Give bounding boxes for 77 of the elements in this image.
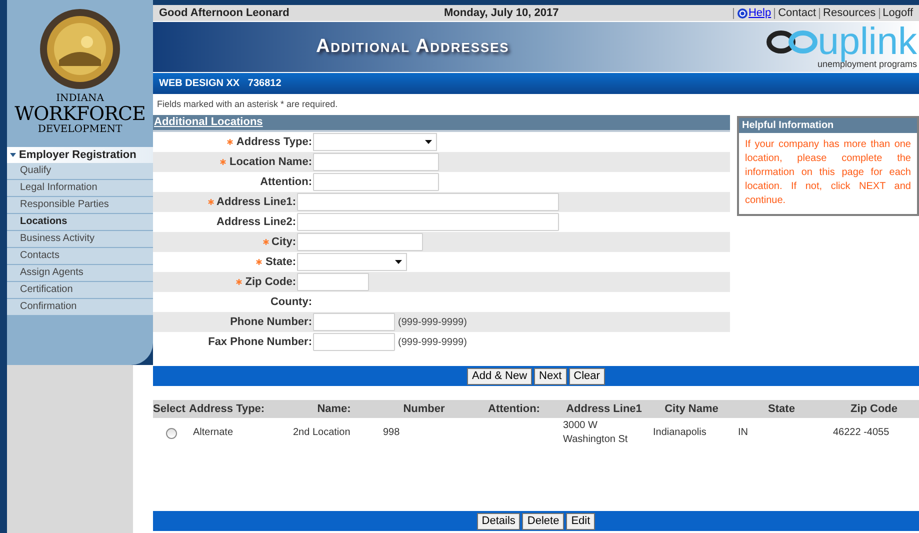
column-header: City Name <box>664 402 720 417</box>
column-header: State <box>767 402 796 417</box>
chain-icon <box>766 29 818 55</box>
dropdown-arrow-icon <box>395 260 402 264</box>
format-hint: (999-999-9999) <box>398 316 467 330</box>
page-title: Additional Addresses <box>316 34 510 59</box>
dropdown-field[interactable] <box>313 133 437 151</box>
help-icon <box>737 8 748 18</box>
sidebar-item[interactable]: Business Activity <box>7 231 153 248</box>
help-title: Helpful Information <box>742 119 834 133</box>
sidebar-item[interactable]: Assign Agents <box>7 265 153 282</box>
column-header: Attention: <box>487 402 541 417</box>
table-cell: IN <box>738 427 748 438</box>
field-label: City: <box>272 234 296 250</box>
greeting-text: Good Afternoon Leonard <box>159 6 290 21</box>
form-button[interactable]: Edit <box>566 512 596 530</box>
logo-text: DEVELOPMENT <box>38 125 122 135</box>
text-field[interactable] <box>313 333 395 351</box>
text-field[interactable] <box>313 153 439 171</box>
sidebar-item[interactable]: Locations <box>7 214 153 231</box>
column-header: Zip Code <box>849 402 899 417</box>
required-note: Fields marked with an asterisk * are required. <box>157 98 338 111</box>
text-field[interactable] <box>297 233 423 251</box>
field-label: Address Line2: <box>216 214 296 230</box>
text-field[interactable] <box>313 313 395 331</box>
sidebar-item[interactable]: Certification <box>7 282 153 299</box>
field-label: Address Line1: <box>216 194 296 210</box>
sidebar-item[interactable]: Legal Information <box>7 180 153 197</box>
field-label: State: <box>265 254 296 270</box>
text-field[interactable] <box>297 193 559 211</box>
form-button[interactable]: Next <box>534 368 567 384</box>
column-header: Address Line1 <box>565 402 643 417</box>
format-hint: (999-999-9999) <box>398 336 467 350</box>
brand-tagline: unemployment programs <box>817 59 917 69</box>
table-cell: 2nd Location <box>293 427 350 438</box>
field-label: Phone Number: <box>230 314 312 330</box>
sidebar-item[interactable]: Responsible Parties <box>7 197 153 214</box>
sidebar-item[interactable]: Qualify <box>7 163 153 180</box>
form-button[interactable]: Delete <box>522 512 564 530</box>
table-cell: 998 <box>383 427 400 438</box>
help-text: If your company has more than one location, please complete the information on this page for each location. If not, click NEXT and continue. <box>744 138 912 208</box>
section-title: Additional Locations <box>153 115 263 130</box>
table-cell: 46222 -4055 <box>833 427 890 438</box>
field-label: Address Type: <box>236 134 312 150</box>
text-field[interactable] <box>313 173 439 191</box>
radio-button[interactable] <box>166 428 176 438</box>
column-header: Name: <box>316 402 352 417</box>
column-header: Address Type: <box>189 402 266 417</box>
dropdown-arrow-icon <box>425 140 432 144</box>
help-link[interactable]: Help <box>748 4 772 22</box>
sidebar-item[interactable]: Confirmation <box>7 299 153 316</box>
column-header: Select <box>153 402 186 417</box>
field-label: Attention: <box>260 174 312 190</box>
header-link[interactable]: Resources <box>823 4 876 22</box>
column-header: Number <box>402 402 446 417</box>
form-button[interactable]: Details <box>476 512 520 530</box>
table-cell: Alternate <box>193 427 234 438</box>
field-label: Location Name: <box>229 154 312 170</box>
field-label: Fax Phone Number: <box>208 334 312 350</box>
dropdown-field[interactable] <box>297 253 407 271</box>
sidebar-item[interactable]: Contacts <box>7 248 153 265</box>
header-link[interactable]: Logoff <box>882 4 913 22</box>
form-button[interactable]: Clear <box>568 368 605 384</box>
date-text: Monday, July 10, 2017 <box>444 6 559 21</box>
logo-text: INDIANA <box>56 94 104 104</box>
state-seal-icon <box>39 8 121 90</box>
table-cell: Indianapolis <box>653 427 706 438</box>
table-cell: 3000 W Washington St <box>563 420 628 445</box>
header-link[interactable]: Contact <box>778 4 816 22</box>
text-field[interactable] <box>297 213 559 231</box>
field-label: Zip Code: <box>245 274 296 290</box>
employer-text: WEB DESIGN XX 736812 <box>159 77 282 91</box>
form-button[interactable]: Add & New <box>467 368 532 384</box>
field-label: County: <box>270 294 312 310</box>
sidebar-section[interactable]: Employer Registration <box>7 147 153 163</box>
logo-text: WORKFORCE <box>14 105 146 124</box>
text-field[interactable] <box>297 273 369 291</box>
